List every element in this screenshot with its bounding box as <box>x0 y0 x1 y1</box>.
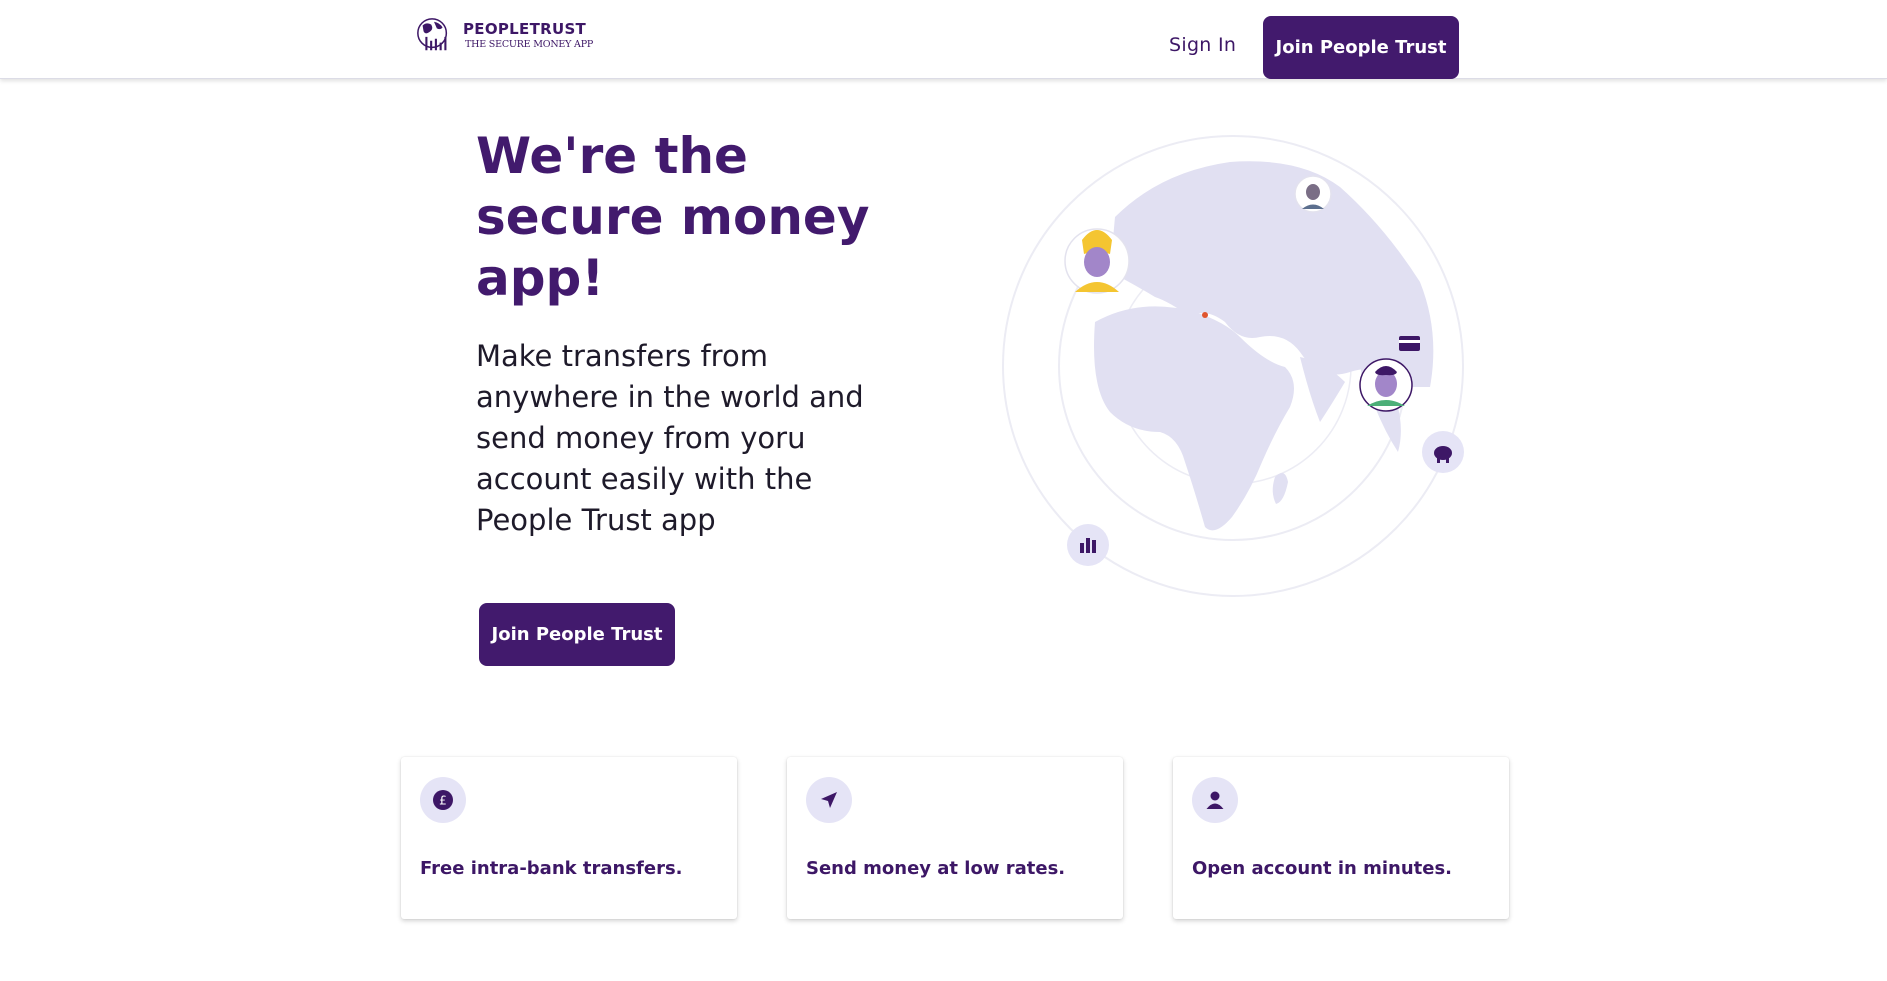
brand-name: PEOPLETRUST <box>463 20 587 38</box>
globe-logo-icon <box>417 18 448 51</box>
pound-icon: £ <box>420 777 466 823</box>
brand-tagline: THE SECURE MONEY APP <box>465 39 594 50</box>
avatar-man-right-icon <box>1359 358 1413 412</box>
sign-in-link[interactable]: Sign In <box>1169 34 1236 56</box>
site-header: PEOPLETRUST THE SECURE MONEY APP Sign In… <box>0 0 1887 79</box>
piggy-bank-icon <box>1422 431 1464 473</box>
feature-text: Free intra-bank transfers. <box>420 858 683 879</box>
user-icon <box>1192 777 1238 823</box>
credit-card-icon <box>1399 336 1420 351</box>
globe-illustration <box>1002 135 1464 597</box>
feature-card-account: Open account in minutes. <box>1173 757 1509 919</box>
hero-description: Make transfers from anywhere in the worl… <box>476 339 864 537</box>
feature-card-transfers: £ Free intra-bank transfers. <box>401 757 737 919</box>
send-icon <box>806 777 852 823</box>
brand-logo[interactable]: PEOPLETRUST THE SECURE MONEY APP <box>415 16 593 54</box>
svg-text:£: £ <box>439 794 447 808</box>
hero-title: We're the secure money app! <box>476 127 870 307</box>
feature-text: Send money at low rates. <box>806 858 1066 879</box>
feature-text: Open account in minutes. <box>1192 858 1452 879</box>
avatar-man-top-icon <box>1294 175 1332 213</box>
world-map-shape <box>1094 161 1434 531</box>
header-join-button[interactable]: Join People Trust <box>1263 16 1459 79</box>
hero-join-button[interactable]: Join People Trust <box>479 603 675 666</box>
avatar-woman-yellow-icon <box>1064 228 1130 294</box>
feature-card-rates: Send money at low rates. <box>787 757 1123 919</box>
bar-chart-icon <box>1067 524 1109 566</box>
